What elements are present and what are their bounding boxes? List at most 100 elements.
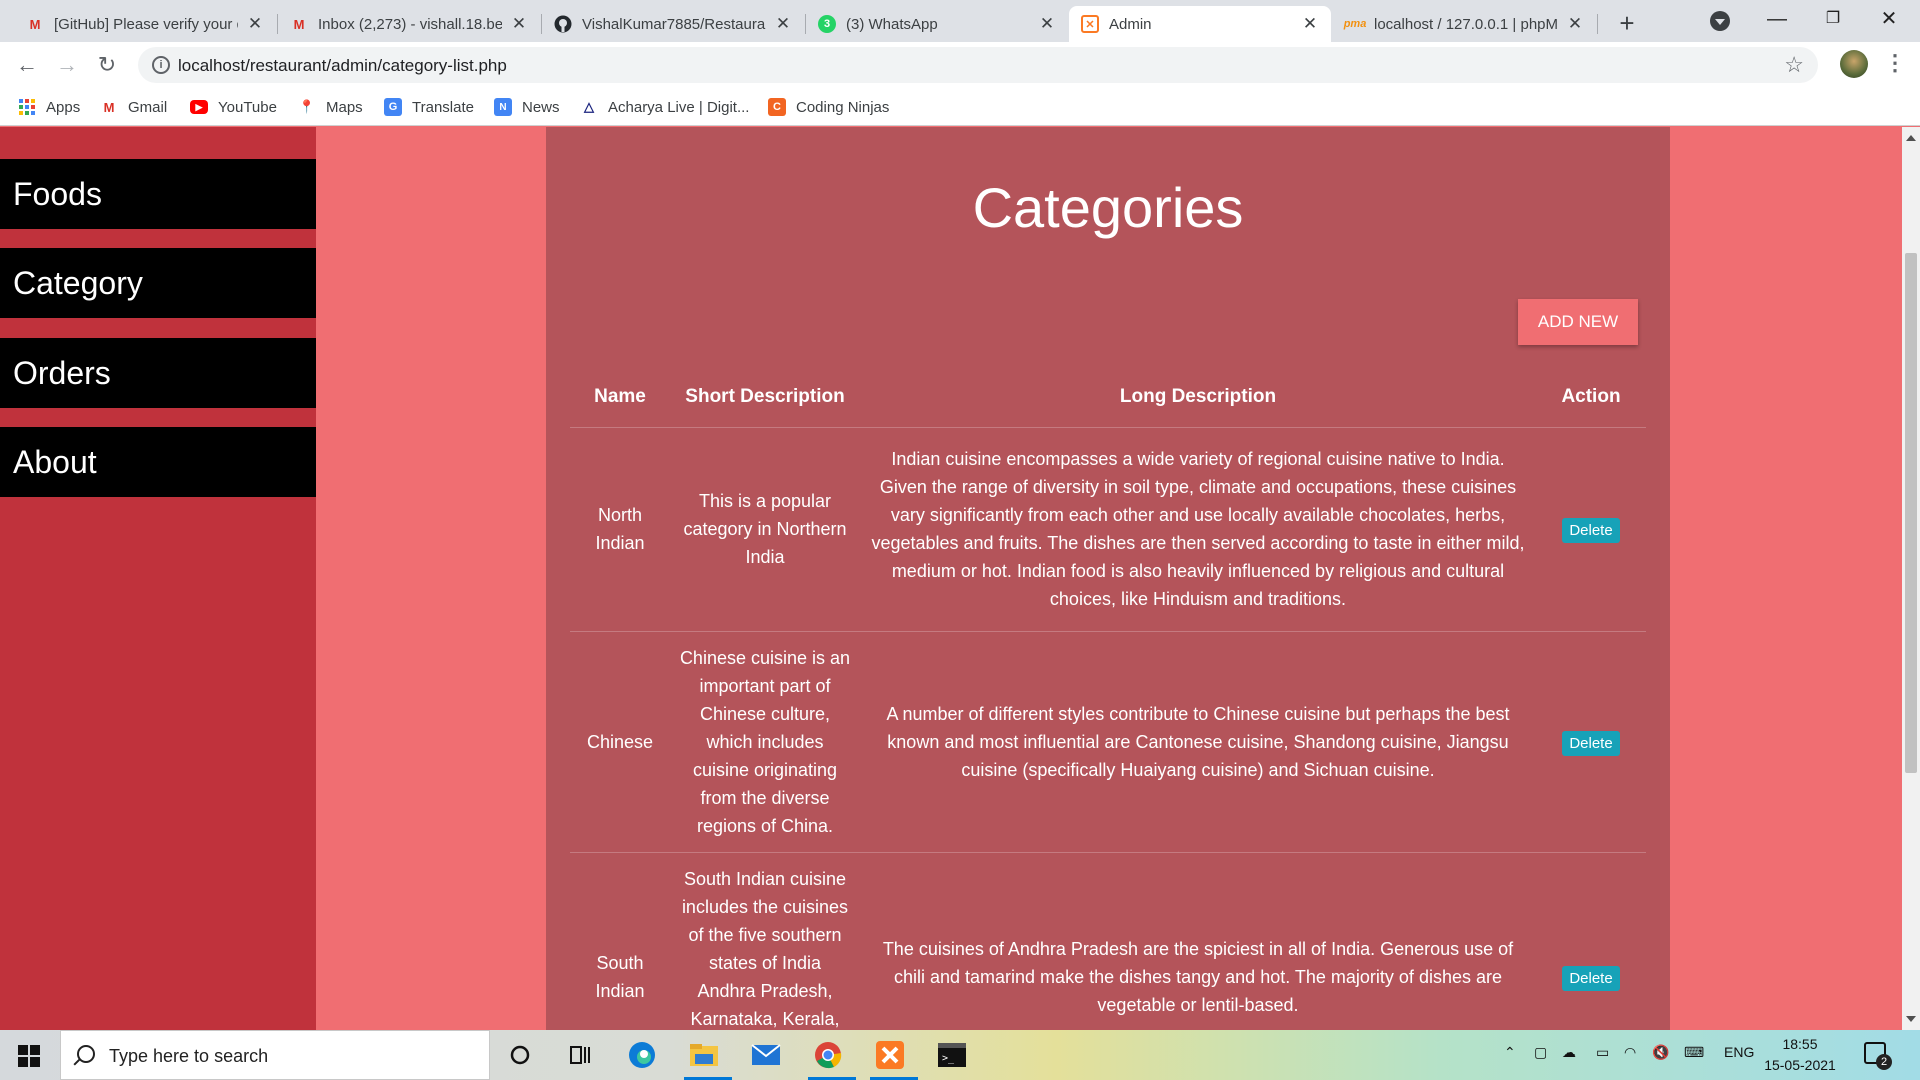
search-placeholder[interactable]: Type here to search	[109, 1046, 268, 1067]
close-icon[interactable]: ✕	[1301, 14, 1319, 34]
category-name: Chinese	[570, 631, 670, 853]
close-icon[interactable]: ✕	[1038, 14, 1056, 34]
window-close-icon[interactable]: ✕	[1874, 4, 1904, 34]
file-explorer-icon[interactable]	[684, 1035, 732, 1080]
coding-ninjas-icon: C	[768, 98, 786, 116]
bookmark-youtube[interactable]: ▶ YouTube	[190, 96, 277, 118]
notification-center-icon[interactable]: 2	[1864, 1042, 1892, 1070]
tab-phpmyadmin[interactable]: pma localhost / 127.0.0.1 | phpMy ✕	[1334, 6, 1596, 42]
delete-button[interactable]: Delete	[1562, 518, 1620, 543]
tab-inbox[interactable]: M Inbox (2,273) - vishall.18.bec ✕	[278, 6, 540, 42]
action-cell: Delete	[1536, 631, 1646, 853]
forward-arrow-icon[interactable]: →	[52, 50, 82, 80]
search-icon	[77, 1045, 95, 1063]
clock-date: 15-05-2021	[1764, 1057, 1836, 1073]
bookmark-label: Translate	[412, 98, 474, 116]
close-icon[interactable]: ✕	[774, 14, 792, 34]
category-short-description: Chinese cuisine is an important part of …	[670, 631, 860, 853]
windows-start-icon[interactable]	[18, 1045, 40, 1067]
delete-button[interactable]: Delete	[1562, 965, 1620, 991]
category-short-description: South Indian cuisine includes the cuisin…	[670, 852, 860, 1030]
whatsapp-icon: 3	[818, 15, 836, 33]
volume-muted-icon[interactable]: 🔇	[1652, 1044, 1669, 1061]
minimize-icon[interactable]: —	[1762, 4, 1792, 34]
windows-taskbar: Type here to search >_ ⌃ ▢ ☁ ▭ ◠ 🔇 ⌨ ENG…	[0, 1030, 1920, 1080]
bookmark-label: YouTube	[218, 98, 277, 116]
tab-title: (3) WhatsApp	[846, 15, 938, 33]
chrome-icon[interactable]	[808, 1035, 856, 1080]
terminal-icon[interactable]: >_	[932, 1035, 972, 1075]
scroll-down-arrow-icon[interactable]	[1906, 1016, 1916, 1022]
bookmark-gmail[interactable]: M Gmail	[100, 96, 168, 118]
taskbar-clock[interactable]: 18:55 15-05-2021	[1760, 1034, 1840, 1076]
mail-icon[interactable]	[746, 1035, 786, 1075]
task-view-icon[interactable]	[560, 1035, 600, 1075]
language-indicator[interactable]: ENG	[1724, 1044, 1754, 1060]
address-bar[interactable]: i localhost/restaurant/admin/category-li…	[138, 47, 1818, 83]
cortana-circle-icon[interactable]	[500, 1035, 540, 1075]
bookmark-label: Acharya Live | Digit...	[608, 98, 750, 116]
tab-github-verify[interactable]: M [GitHub] Please verify your d ✕	[14, 6, 276, 42]
menu-kebab-icon[interactable]: ⋮	[1884, 48, 1906, 78]
taskbar-search-box[interactable]: Type here to search	[60, 1030, 490, 1080]
close-icon[interactable]: ✕	[246, 14, 264, 34]
table-row: Chinese Chinese cuisine is an important …	[570, 631, 1646, 853]
news-icon: N	[494, 98, 512, 116]
svg-text:>_: >_	[942, 1053, 955, 1064]
new-tab-plus-icon[interactable]: +	[1612, 8, 1642, 38]
category-long-description: The cuisines of Andhra Pradesh are the s…	[860, 852, 1536, 1030]
category-table: Name Short Description Long Description …	[570, 367, 1646, 1030]
admin-sidebar: Foods Category Orders About	[0, 127, 316, 1030]
bookmark-label: Gmail	[128, 98, 168, 116]
table-row: South Indian South Indian cuisine includ…	[570, 852, 1646, 1030]
battery-icon[interactable]: ▭	[1596, 1044, 1609, 1061]
meet-now-icon[interactable]: ▢	[1534, 1044, 1547, 1061]
bookmark-translate[interactable]: G Translate	[384, 96, 474, 118]
wifi-icon[interactable]: ◠	[1624, 1044, 1636, 1061]
scroll-up-arrow-icon[interactable]	[1906, 135, 1916, 141]
notification-count: 2	[1876, 1054, 1892, 1070]
tab-github-repo[interactable]: VishalKumar7885/Restaurant ✕	[542, 6, 804, 42]
vertical-scrollbar[interactable]	[1902, 127, 1920, 1030]
bookmark-label: Maps	[326, 98, 363, 116]
column-header-long-description: Long Description	[860, 367, 1536, 428]
column-header-short-description: Short Description	[670, 367, 860, 428]
bookmark-maps[interactable]: 📍 Maps	[298, 96, 363, 118]
sidebar-item-about[interactable]: About	[0, 427, 316, 497]
bookmark-star-icon[interactable]: ☆	[1784, 52, 1804, 78]
delete-button[interactable]: Delete	[1562, 730, 1620, 756]
sidebar-item-foods[interactable]: Foods	[0, 159, 316, 229]
close-icon[interactable]: ✕	[1566, 14, 1584, 34]
bookmark-coding-ninjas[interactable]: C Coding Ninjas	[768, 96, 889, 118]
close-icon[interactable]: ✕	[510, 14, 528, 34]
show-hidden-icons-chevron[interactable]: ⌃	[1504, 1044, 1516, 1061]
bookmark-news[interactable]: N News	[494, 96, 560, 118]
acharya-triangle-icon: △	[584, 99, 594, 114]
onedrive-icon[interactable]: ☁	[1562, 1044, 1576, 1061]
restore-icon[interactable]: ❐	[1818, 4, 1848, 34]
github-icon	[554, 15, 572, 33]
add-new-button[interactable]: ADD NEW	[1518, 299, 1638, 345]
bookmark-apps[interactable]: Apps	[18, 96, 80, 118]
reload-icon[interactable]: ↻	[92, 50, 122, 80]
url-text[interactable]: localhost/restaurant/admin/category-list…	[178, 56, 507, 76]
tab-admin[interactable]: ✕ Admin ✕	[1069, 6, 1331, 42]
gmail-icon: M	[29, 16, 41, 32]
maps-pin-icon: 📍	[298, 99, 316, 114]
back-arrow-icon[interactable]: ←	[12, 50, 42, 80]
action-cell: Delete	[1536, 852, 1646, 1030]
profile-avatar[interactable]	[1840, 50, 1868, 78]
sidebar-item-orders[interactable]: Orders	[0, 338, 316, 408]
sidebar-item-category[interactable]: Category	[0, 248, 316, 318]
edge-browser-icon[interactable]	[622, 1035, 662, 1075]
tab-search-icon[interactable]	[1710, 11, 1730, 31]
tab-title: localhost / 127.0.0.1 | phpMy	[1374, 15, 1558, 33]
site-info-icon[interactable]: i	[152, 56, 170, 74]
tab-title: [GitHub] Please verify your d	[54, 15, 238, 33]
bookmark-acharya[interactable]: △ Acharya Live | Digit...	[580, 96, 749, 118]
keyboard-icon[interactable]: ⌨	[1684, 1044, 1704, 1061]
xampp-icon[interactable]	[870, 1035, 918, 1080]
scrollbar-thumb[interactable]	[1905, 253, 1917, 773]
bookmark-label: Apps	[46, 98, 81, 116]
tab-whatsapp[interactable]: 3 (3) WhatsApp ✕	[806, 6, 1068, 42]
